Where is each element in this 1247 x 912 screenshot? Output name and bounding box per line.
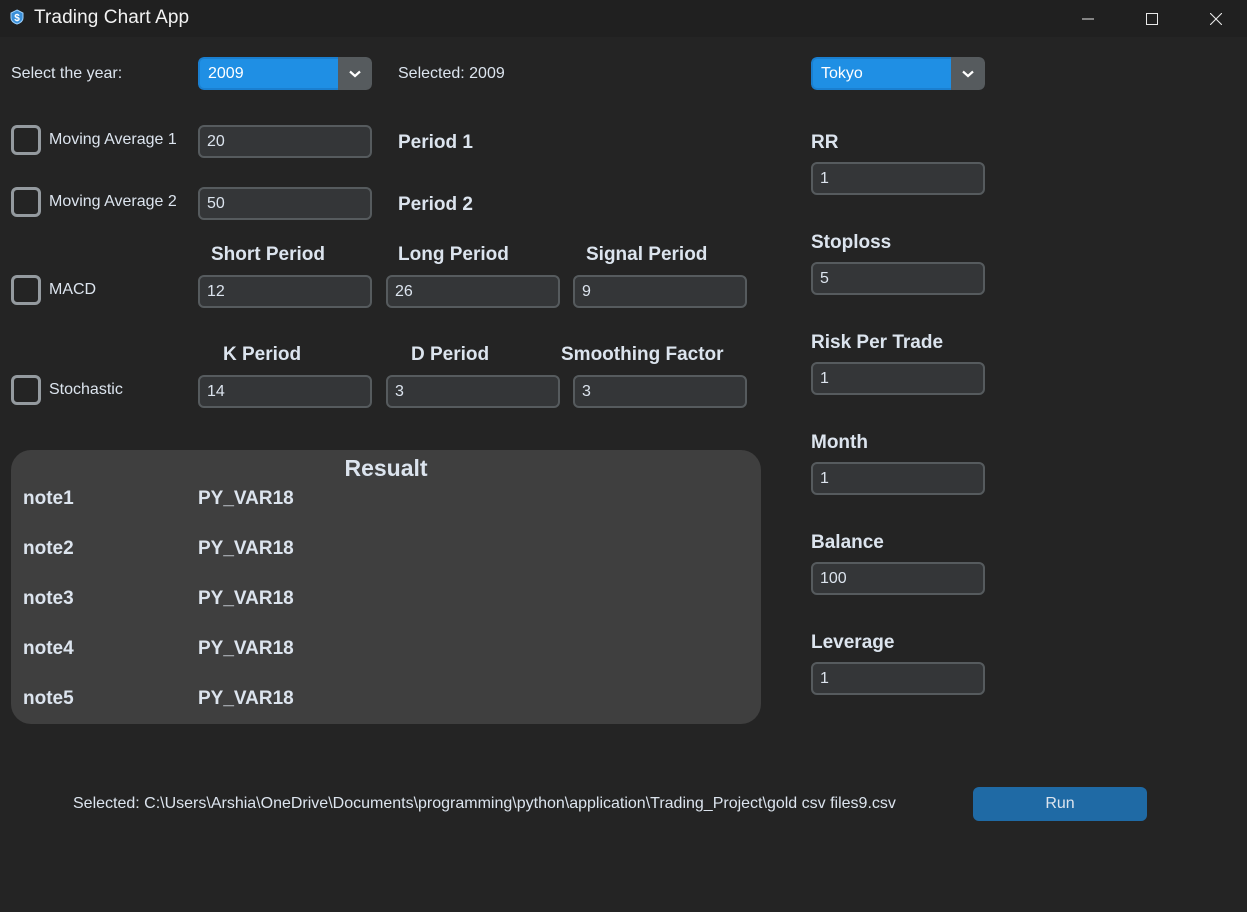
ma1-checkbox[interactable] — [11, 125, 41, 155]
year-dropdown-button[interactable] — [338, 57, 372, 90]
svg-text:$: $ — [14, 13, 20, 24]
balance-label: Balance — [811, 532, 884, 553]
leverage-input[interactable] — [811, 662, 985, 695]
session-dropdown-button[interactable] — [951, 57, 985, 90]
leverage-label: Leverage — [811, 632, 895, 653]
risk-per-trade-label: Risk Per Trade — [811, 332, 944, 353]
note-label: note3 — [23, 588, 74, 609]
selected-year-text: Selected: 2009 — [398, 65, 505, 82]
title-bar: $ Trading Chart App — [0, 0, 1247, 37]
macd-long-period-label: Long Period — [398, 244, 509, 265]
ma2-period-input[interactable] — [198, 187, 372, 220]
macd-short-period-input[interactable] — [198, 275, 372, 308]
rr-label: RR — [811, 132, 839, 153]
maximize-icon — [1146, 12, 1158, 25]
risk-per-trade-input[interactable] — [811, 362, 985, 395]
month-label: Month — [811, 432, 868, 453]
note-value: PY_VAR18 — [198, 538, 294, 559]
balance-input[interactable] — [811, 562, 985, 595]
note-value: PY_VAR18 — [198, 588, 294, 609]
minimize-button[interactable] — [1056, 0, 1120, 37]
ma1-label[interactable]: Moving Average 1 — [49, 131, 177, 149]
period1-label: Period 1 — [398, 132, 473, 153]
macd-short-period-label: Short Period — [211, 244, 326, 265]
chevron-down-icon — [962, 70, 974, 77]
year-combobox[interactable]: 2009 — [198, 57, 372, 90]
stochastic-smoothing-label: Smoothing Factor — [561, 344, 724, 365]
stochastic-d-period-input[interactable] — [386, 375, 560, 408]
stochastic-checkbox[interactable] — [11, 375, 41, 405]
ma2-label[interactable]: Moving Average 2 — [49, 193, 177, 211]
result-panel: Resualt note1 PY_VAR18 note2 PY_VAR18 no… — [11, 450, 761, 724]
close-icon — [1210, 12, 1222, 25]
note-label: note5 — [23, 688, 74, 709]
selected-file-path: Selected: C:\Users\Arshia\OneDrive\Docum… — [73, 795, 896, 812]
note-label: note2 — [23, 538, 74, 559]
chevron-down-icon — [349, 70, 361, 77]
macd-long-period-input[interactable] — [386, 275, 560, 308]
ma1-period-input[interactable] — [198, 125, 372, 158]
window-title: Trading Chart App — [34, 7, 190, 28]
result-title: Resualt — [344, 455, 428, 481]
year-label: Select the year: — [11, 65, 123, 82]
rr-input[interactable] — [811, 162, 985, 195]
note-label: note4 — [23, 638, 74, 659]
ma2-checkbox[interactable] — [11, 187, 41, 217]
stochastic-d-period-label: D Period — [411, 344, 490, 365]
note-value: PY_VAR18 — [198, 638, 294, 659]
period2-label: Period 2 — [398, 194, 473, 215]
maximize-button[interactable] — [1120, 0, 1184, 37]
macd-signal-period-label: Signal Period — [586, 244, 708, 265]
macd-label[interactable]: MACD — [49, 281, 96, 299]
session-combobox-value[interactable]: Tokyo — [811, 57, 951, 90]
macd-checkbox[interactable] — [11, 275, 41, 305]
stochastic-smoothing-input[interactable] — [573, 375, 747, 408]
stochastic-k-period-input[interactable] — [198, 375, 372, 408]
note-value: PY_VAR18 — [198, 688, 294, 709]
session-combobox[interactable]: Tokyo — [811, 57, 985, 90]
stoploss-input[interactable] — [811, 262, 985, 295]
app-icon: $ — [9, 9, 25, 25]
close-button[interactable] — [1184, 0, 1247, 37]
run-button[interactable]: Run — [973, 787, 1147, 821]
macd-signal-period-input[interactable] — [573, 275, 747, 308]
stochastic-k-period-label: K Period — [223, 344, 302, 365]
minimize-icon — [1082, 18, 1094, 19]
note-value: PY_VAR18 — [198, 488, 294, 509]
stoploss-label: Stoploss — [811, 232, 892, 253]
note-label: note1 — [23, 488, 74, 509]
stochastic-label[interactable]: Stochastic — [49, 381, 123, 399]
year-combobox-value[interactable]: 2009 — [198, 57, 338, 90]
month-input[interactable] — [811, 462, 985, 495]
